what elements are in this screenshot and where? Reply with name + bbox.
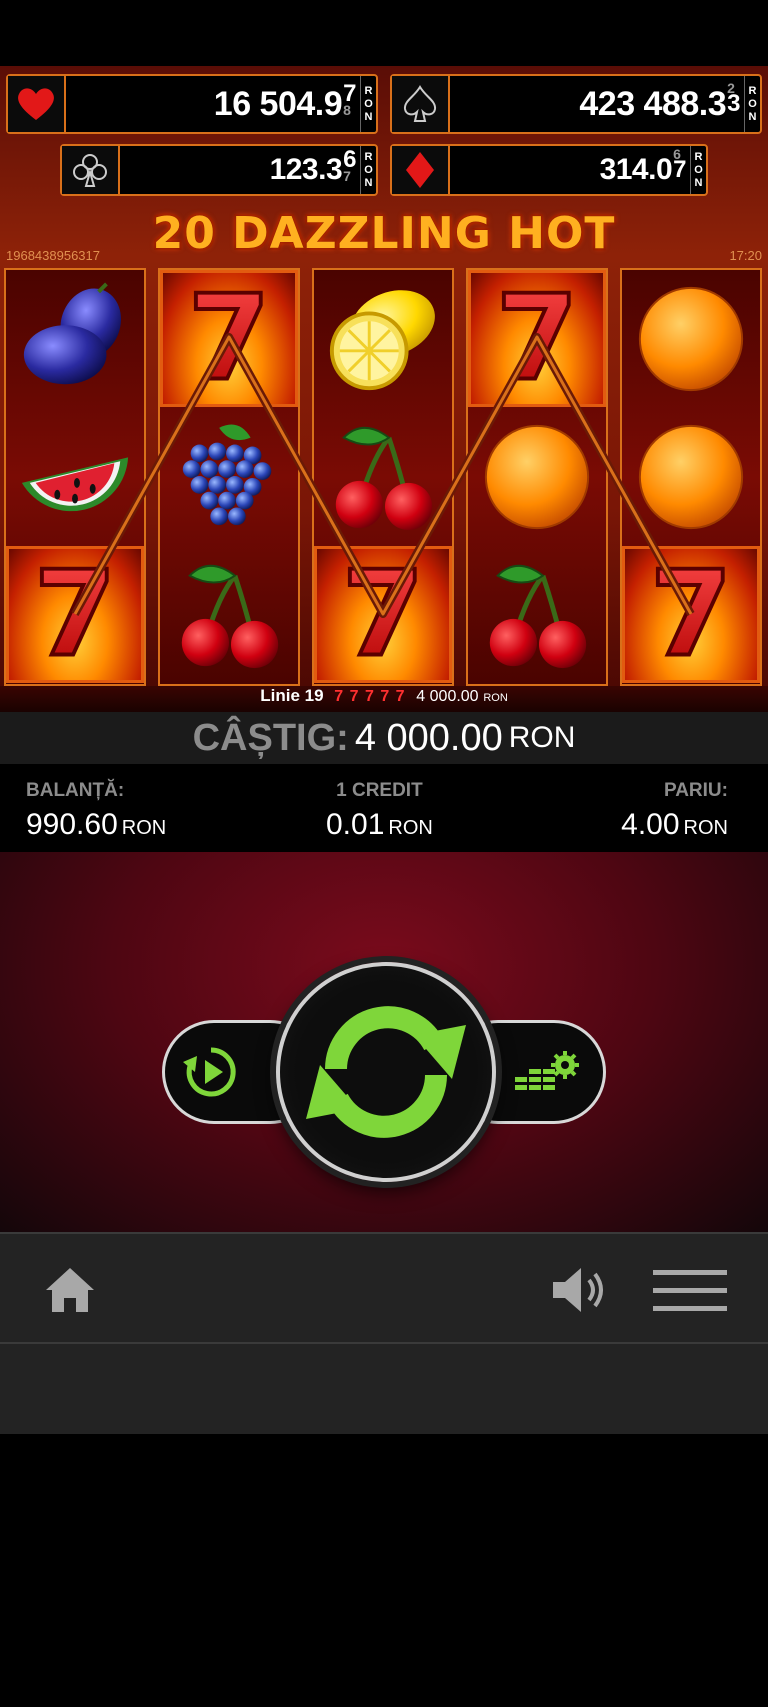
balance-currency: RON <box>121 817 167 839</box>
win-label: CÂȘTIG: <box>192 716 349 759</box>
bet-currency: RON <box>683 817 728 839</box>
jackpot-clubs-next-digit: 7 <box>343 171 351 181</box>
clock: 17:20 <box>729 248 762 263</box>
jackpot-clubs-value: 123.3 <box>269 153 343 186</box>
game-round-id: 1968438956317 <box>6 248 100 263</box>
home-button[interactable] <box>40 1260 100 1320</box>
autoplay-icon <box>183 1047 236 1097</box>
credit-currency: RON <box>388 817 433 839</box>
bet-value: 4.00 <box>621 808 680 841</box>
jackpot-spades-digit: 3 <box>727 90 740 117</box>
jackpot-spades-currency: R O N <box>744 76 760 132</box>
controls-panel <box>0 852 768 1232</box>
win-line-amount: 4 000.00 <box>416 688 479 705</box>
jackpot-diamonds-digit: 7 <box>673 156 686 183</box>
jackpot-diamonds: 314.0 6 7 R O N <box>390 144 708 196</box>
hamburger-menu-icon <box>653 1270 727 1311</box>
win-currency: RON <box>508 721 576 754</box>
game-title: 20 DAZZLING HOT <box>152 208 616 259</box>
balance-label: BALANȚĂ: <box>26 780 125 801</box>
jackpot-clubs-currency: R O N <box>360 146 376 194</box>
jackpot-clubs-digit: 6 <box>343 146 356 173</box>
bottom-nav <box>0 1232 768 1344</box>
jackpot-diamonds-value: 314.0 <box>599 153 673 186</box>
jackpot-spades: 423 488.3 2 3 R O N <box>390 74 762 134</box>
sound-button[interactable] <box>550 1260 610 1320</box>
speaker-icon <box>553 1268 603 1312</box>
bet-settings-icon <box>515 1051 579 1090</box>
diamond-icon <box>392 146 450 194</box>
spade-icon <box>392 76 450 132</box>
menu-button[interactable] <box>652 1260 728 1320</box>
jackpot-hearts-next-digit: 8 <box>343 105 351 115</box>
win-line-label: Linie 19 <box>260 686 324 705</box>
bet-label: PARIU: <box>663 780 728 801</box>
jackpot-hearts-digit: 7 <box>343 80 356 107</box>
reels-area[interactable]: 77 77 7 <box>4 268 764 686</box>
jackpot-hearts-value: 16 504.9 <box>213 84 343 123</box>
win-line-currency: RON <box>483 692 508 704</box>
jackpot-spades-value: 423 488.3 <box>579 84 727 123</box>
win-line-symbols: 7 7 7 7 7 <box>334 688 406 705</box>
club-icon <box>62 146 120 194</box>
jackpot-hearts-currency: R O N <box>360 76 376 132</box>
spin-arrows-icon <box>306 1006 466 1138</box>
win-amount: 4 000.00 <box>354 716 503 759</box>
payline-19 <box>71 333 695 618</box>
stats-bar: BALANȚĂ: 990.60 RON 1 CREDIT 0.01 RON PARI… <box>0 764 768 852</box>
balance-stat: BALANȚĂ: 990.60 RON <box>26 780 166 842</box>
credit-value: 0.01 <box>326 808 385 841</box>
game-screen: 16 504.9 7 8 R O N 423 488.3 2 3 R O N 1… <box>0 0 768 1707</box>
bet-stat[interactable]: PARIU: 4.00 RON <box>621 780 728 842</box>
home-icon <box>46 1268 94 1312</box>
balance-value: 990.60 <box>26 808 118 841</box>
win-bar: CÂȘTIG: 4 000.00 RON <box>0 712 768 764</box>
empty-footer <box>0 1344 768 1434</box>
spin-button[interactable] <box>276 962 496 1182</box>
win-line-info: Linie 19 7 7 7 7 7 4 000.00 RON <box>0 686 768 712</box>
jackpot-hearts: 16 504.9 7 8 R O N <box>6 74 378 134</box>
heart-icon <box>8 76 66 132</box>
jackpot-clubs: 123.3 6 7 R O N <box>60 144 378 196</box>
jackpot-diamonds-currency: R O N <box>690 146 706 194</box>
credit-stat[interactable]: 1 CREDIT 0.01 RON <box>326 780 433 842</box>
credit-label: 1 CREDIT <box>336 780 423 801</box>
